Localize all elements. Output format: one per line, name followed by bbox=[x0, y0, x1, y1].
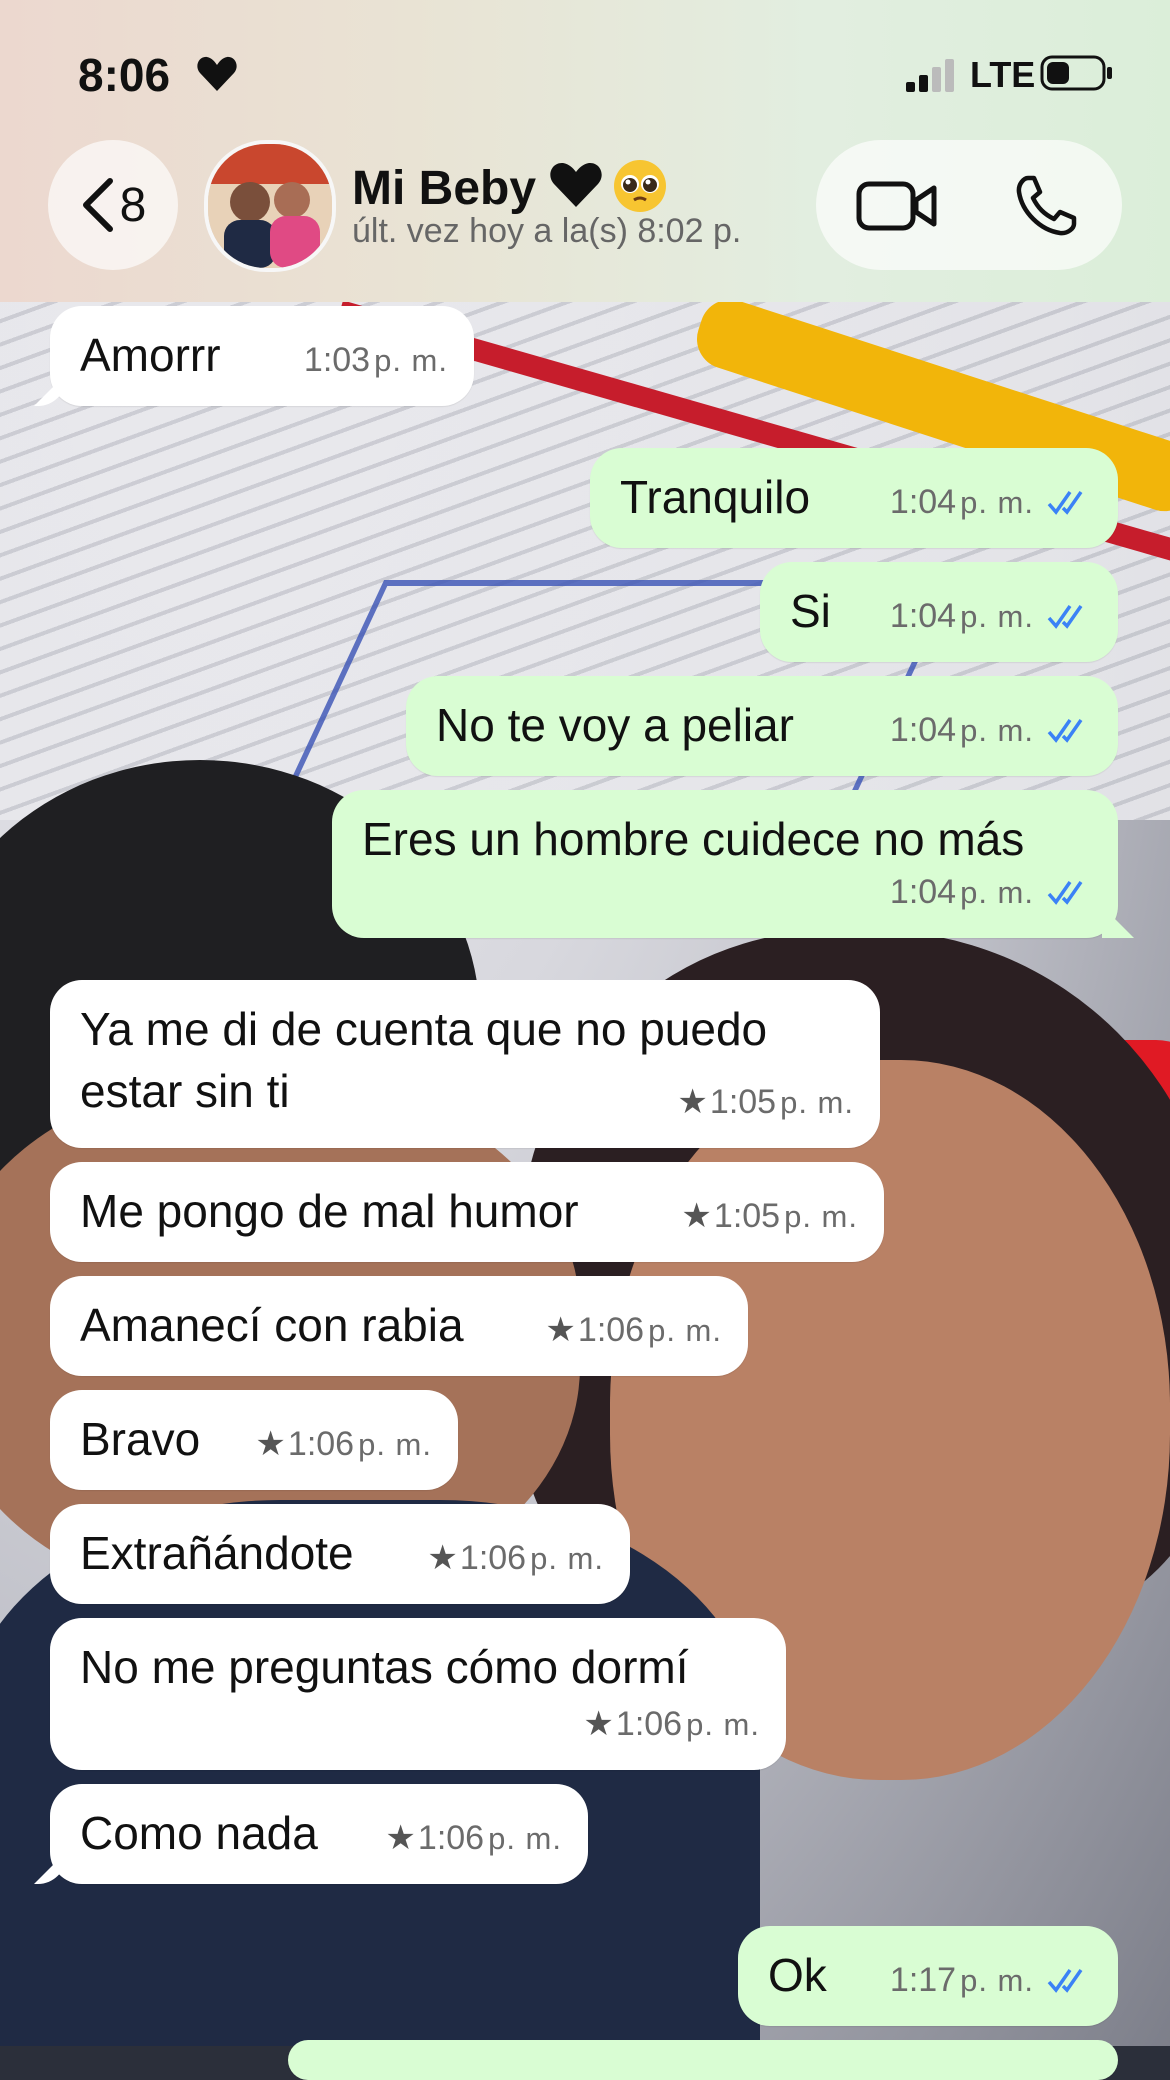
message-meta: ★1:06 p. m. bbox=[427, 1539, 604, 1577]
black-heart-emoji-icon bbox=[550, 162, 602, 207]
message-bubble-outgoing[interactable]: Ok 1:17 p. m. bbox=[738, 1926, 1118, 2026]
message-bubble-incoming[interactable]: Como nada ★1:06 p. m. bbox=[50, 1784, 588, 1884]
double-check-icon bbox=[1047, 1968, 1083, 1993]
status-time: 8:06 bbox=[78, 49, 171, 101]
message-meta: ★1:05 p. m. bbox=[681, 1197, 858, 1235]
message-text: Como nada bbox=[80, 1807, 318, 1859]
star-icon: ★ bbox=[583, 1705, 614, 1743]
avatar-photo bbox=[208, 144, 332, 268]
battery-icon bbox=[1040, 55, 1112, 91]
message-text: Amanecí con rabia bbox=[80, 1299, 464, 1351]
phone-icon[interactable] bbox=[1014, 174, 1080, 238]
message-text: No me preguntas cómo dormí bbox=[80, 1641, 689, 1693]
video-camera-icon[interactable] bbox=[856, 178, 938, 234]
double-check-icon bbox=[1047, 718, 1083, 743]
message-bubble-outgoing[interactable]: Si 1:04 p. m. bbox=[760, 562, 1118, 662]
call-actions bbox=[816, 140, 1122, 270]
pleading-face-emoji-icon bbox=[614, 160, 667, 212]
message-text: Extrañándote bbox=[80, 1527, 354, 1579]
message-text: No te voy a peliar bbox=[436, 699, 794, 751]
message-list[interactable]: Amorrr 1:03 p. m. Tranquilo 1:04 p. m. Si … bbox=[0, 0, 1170, 2080]
heart-icon bbox=[197, 56, 237, 91]
message-bubble-incoming[interactable]: Extrañándote ★1:06 p. m. bbox=[50, 1504, 630, 1604]
message-meta: ★1:06 p. m. bbox=[545, 1311, 722, 1349]
message-text: Tranquilo bbox=[620, 471, 811, 523]
message-meta: 1:03 p. m. bbox=[303, 341, 448, 379]
message-text: Amorrr bbox=[80, 329, 221, 381]
message-bubble-outgoing-partial[interactable] bbox=[288, 2040, 1118, 2080]
message-text: Ya me di de cuenta que no puedo estar si… bbox=[80, 1003, 768, 1117]
message-text: Bravo bbox=[80, 1413, 201, 1465]
contact-name[interactable]: Mi Beby bbox=[352, 158, 668, 216]
message-bubble-outgoing[interactable]: Eres un hombre cuidece no más 1:04 p. m. bbox=[332, 790, 1118, 938]
message-bubble-outgoing[interactable]: No te voy a peliar 1:04 p. m. bbox=[406, 676, 1118, 776]
message-bubble-outgoing[interactable]: Tranquilo 1:04 p. m. bbox=[590, 448, 1118, 548]
star-icon: ★ bbox=[427, 1539, 458, 1577]
double-check-icon bbox=[1047, 880, 1083, 905]
signal-icon bbox=[906, 59, 954, 92]
message-meta: ★1:06 p. m. bbox=[385, 1819, 562, 1857]
star-icon: ★ bbox=[385, 1819, 416, 1857]
message-bubble-incoming[interactable]: No me preguntas cómo dormí ★1:06 p. m. bbox=[50, 1618, 786, 1770]
avatar[interactable] bbox=[204, 140, 336, 272]
back-button[interactable]: 8 bbox=[48, 140, 178, 270]
star-icon: ★ bbox=[677, 1083, 708, 1121]
star-icon: ★ bbox=[545, 1311, 576, 1349]
last-seen-status: últ. vez hoy a la(s) 8:02 p. bbox=[352, 212, 742, 250]
double-check-icon bbox=[1047, 604, 1083, 629]
status-bar: 8:06 LTE bbox=[0, 0, 1170, 140]
message-text: Eres un hombre cuidece no más bbox=[362, 813, 1025, 865]
message-meta: ★1:05 p. m. bbox=[677, 1083, 854, 1121]
chat-header: 8:06 LTE 8 Mi Beby últ. vez hoy a la(s) … bbox=[0, 0, 1170, 302]
message-text: Ok bbox=[768, 1949, 827, 2001]
message-meta: 1:04 p. m. bbox=[890, 585, 1092, 648]
message-bubble-incoming[interactable]: Amorrr 1:03 p. m. bbox=[50, 306, 474, 406]
message-meta: ★1:06 p. m. bbox=[255, 1425, 432, 1463]
message-meta: ★1:06 p. m. bbox=[583, 1705, 760, 1743]
message-bubble-incoming[interactable]: Bravo ★1:06 p. m. bbox=[50, 1390, 458, 1490]
network-label: LTE bbox=[970, 54, 1036, 95]
unread-count: 8 bbox=[119, 178, 147, 232]
message-text: Me pongo de mal humor bbox=[80, 1185, 579, 1237]
message-bubble-incoming[interactable]: Ya me di de cuenta que no puedo estar si… bbox=[50, 980, 880, 1148]
message-bubble-incoming[interactable]: Me pongo de mal humor ★1:05 p. m. bbox=[50, 1162, 884, 1262]
star-icon: ★ bbox=[255, 1425, 286, 1463]
message-meta: 1:04 p. m. bbox=[890, 471, 1092, 534]
message-bubble-incoming[interactable]: Amanecí con rabia ★1:06 p. m. bbox=[50, 1276, 748, 1376]
message-meta: 1:04 p. m. bbox=[890, 861, 1092, 924]
message-text: Si bbox=[790, 585, 831, 637]
message-meta: 1:04 p. m. bbox=[890, 699, 1092, 762]
chevron-left-icon bbox=[82, 178, 113, 232]
star-icon: ★ bbox=[681, 1197, 712, 1235]
message-meta: 1:17 p. m. bbox=[890, 1949, 1092, 2012]
double-check-icon bbox=[1047, 490, 1083, 515]
